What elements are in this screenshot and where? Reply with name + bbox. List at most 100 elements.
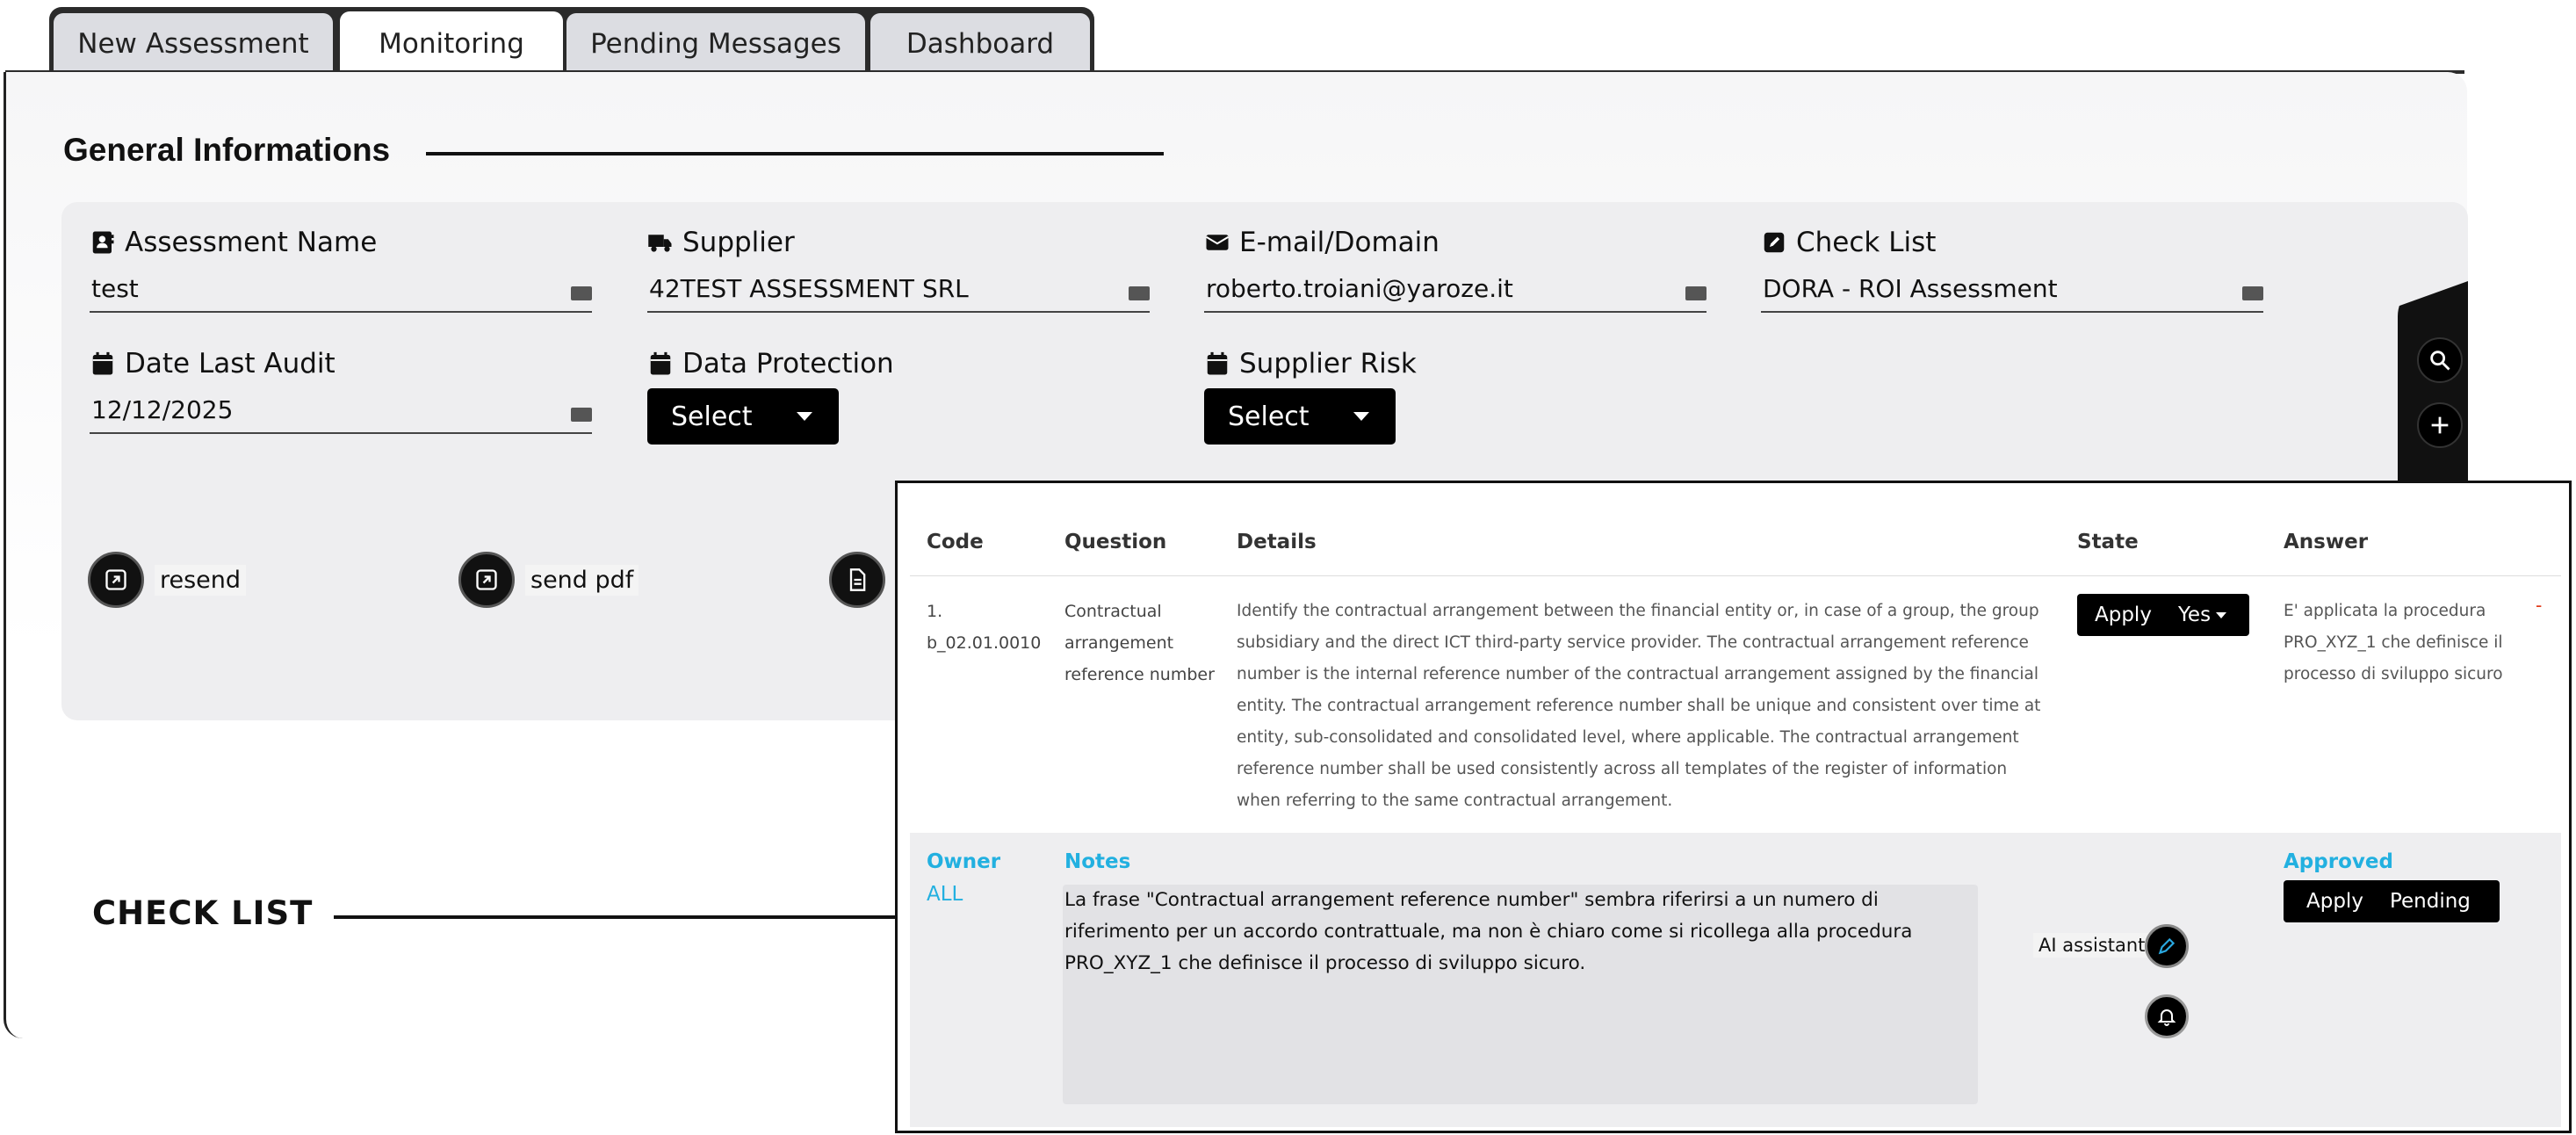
keyboard-icon <box>1129 286 1150 300</box>
assessment-name-label: Assessment Name <box>125 227 378 258</box>
row-remove-marker[interactable]: - <box>2536 594 2542 617</box>
row-code: 1. b_02.01.0010 <box>927 596 1041 659</box>
resend-action[interactable]: resend <box>88 552 247 608</box>
header-question: Question <box>1064 531 1167 553</box>
floating-toolbar <box>2398 281 2468 492</box>
row-answer: E' applicata la procedura PRO_XYZ_1 che … <box>2284 602 2503 683</box>
header-code: Code <box>927 531 984 553</box>
email-value: roberto.troiani@yaroze.it <box>1206 274 1513 303</box>
truck-icon <box>648 235 672 252</box>
date-last-audit-value: 12/12/2025 <box>91 395 234 424</box>
supplier-risk-field: Supplier Risk Select <box>1204 348 1707 445</box>
search-icon <box>2430 351 2450 371</box>
row-details: Identify the contractual arrangement bet… <box>1237 602 2041 810</box>
caret-down-icon <box>2216 612 2227 618</box>
state-apply-label: Apply <box>2095 604 2152 626</box>
assessment-name-input[interactable]: test <box>90 274 592 313</box>
document-icon <box>829 552 885 608</box>
owner-value[interactable]: ALL <box>927 883 963 906</box>
supplier-value: 42TEST ASSESSMENT SRL <box>649 274 969 303</box>
row-question: Contractual arrangement reference number <box>1064 602 1215 684</box>
email-label-row: E-mail/Domain <box>1204 227 1707 258</box>
data-protection-select[interactable]: Select <box>647 388 839 445</box>
header-divider <box>910 575 2561 576</box>
ai-assistant-button[interactable] <box>2145 924 2189 968</box>
checklist-field: Check List DORA - ROI Assessment <box>1761 227 2263 313</box>
resend-label: resend <box>155 564 247 596</box>
add-button[interactable] <box>2417 402 2463 448</box>
supplier-label-row: Supplier <box>647 227 1150 258</box>
ai-assistant-label: AI assistant <box>2033 933 2151 958</box>
notes-label: Notes <box>1064 850 1131 873</box>
plus-icon <box>2431 416 2449 434</box>
document-action[interactable] <box>829 552 885 608</box>
email-input[interactable]: roberto.troiani@yaroze.it <box>1204 274 1707 313</box>
header-details: Details <box>1237 531 1317 553</box>
keyboard-icon <box>1685 286 1707 300</box>
pencil-icon <box>2158 937 2176 955</box>
email-field: E-mail/Domain roberto.troiani@yaroze.it <box>1204 227 1707 313</box>
header-state: State <box>2077 531 2139 553</box>
state-value: Yes <box>2177 604 2227 626</box>
state-dropdown[interactable]: Apply Yes <box>2077 594 2249 636</box>
supplier-risk-select[interactable]: Select <box>1204 388 1396 445</box>
state-value-text: Yes <box>2177 604 2212 626</box>
external-link-icon <box>88 552 144 608</box>
bell-icon <box>2157 1009 2176 1026</box>
keyboard-icon <box>571 286 592 300</box>
caret-down-icon <box>797 412 812 421</box>
keyboard-icon <box>2242 286 2263 300</box>
supplier-risk-label-row: Supplier Risk <box>1204 348 1707 380</box>
checklist-divider <box>334 915 896 919</box>
supplier-risk-label: Supplier Risk <box>1239 348 1417 380</box>
supplier-label: Supplier <box>682 227 795 258</box>
approval-dropdown[interactable]: Apply Pending <box>2284 880 2500 922</box>
date-last-audit-input[interactable]: 12/12/2025 <box>90 395 592 434</box>
notify-button[interactable] <box>2145 994 2189 1038</box>
date-last-audit-label: Date Last Audit <box>125 348 336 380</box>
tab-pending-messages[interactable]: Pending Messages <box>564 11 868 74</box>
checklist-input[interactable]: DORA - ROI Assessment <box>1761 274 2263 313</box>
tab-dashboard[interactable]: Dashboard <box>868 11 1093 74</box>
assessment-name-value: test <box>91 274 139 303</box>
external-link-icon <box>458 552 515 608</box>
tab-monitoring[interactable]: Monitoring <box>337 9 566 76</box>
owner-label: Owner <box>927 850 1001 873</box>
email-label: E-mail/Domain <box>1239 227 1440 258</box>
send-pdf-label: send pdf <box>525 564 639 596</box>
row-code-id: b_02.01.0010 <box>927 633 1042 653</box>
row-code-index: 1. <box>927 602 943 621</box>
data-protection-label-row: Data Protection <box>647 348 1150 380</box>
header-answer: Answer <box>2284 531 2369 553</box>
supplier-input[interactable]: 42TEST ASSESSMENT SRL <box>647 274 1150 313</box>
tab-new-assessment[interactable]: New Assessment <box>51 11 336 74</box>
section-divider <box>426 152 1164 155</box>
calendar-icon <box>650 351 671 375</box>
supplier-field: Supplier 42TEST ASSESSMENT SRL <box>647 227 1150 313</box>
send-pdf-action[interactable]: send pdf <box>458 552 639 608</box>
approval-value-text: Pending <box>2389 890 2471 913</box>
approval-value: Pending <box>2390 890 2471 913</box>
checklist-value: DORA - ROI Assessment <box>1763 274 2058 303</box>
calendar-icon <box>92 351 113 375</box>
caret-down-icon <box>1353 412 1369 421</box>
date-last-audit-field: Date Last Audit 12/12/2025 <box>90 348 592 434</box>
calendar-icon <box>1207 351 1228 375</box>
date-last-audit-label-row: Date Last Audit <box>90 348 592 380</box>
keyboard-icon <box>571 408 592 422</box>
tab-bar: New Assessment Monitoring Pending Messag… <box>5 0 1094 81</box>
contact-card-icon <box>92 231 114 254</box>
assessment-name-label-row: Assessment Name <box>90 227 592 258</box>
checklist-label-row: Check List <box>1761 227 2263 258</box>
checklist-label: Check List <box>1796 227 1937 258</box>
assessment-name-field: Assessment Name test <box>90 227 592 313</box>
checklist-section-title: CHECK LIST <box>92 894 314 932</box>
edit-icon <box>1764 232 1785 253</box>
notes-textarea[interactable]: La frase "Contractual arrangement refere… <box>1063 885 1978 1104</box>
data-protection-field: Data Protection Select <box>647 348 1150 445</box>
approved-label: Approved <box>2284 850 2393 873</box>
checklist-table: Code Question Details State Answer 1. b_… <box>895 481 2572 1133</box>
search-button[interactable] <box>2417 337 2463 383</box>
data-protection-select-label: Select <box>671 401 753 432</box>
envelope-icon <box>1205 235 1230 250</box>
